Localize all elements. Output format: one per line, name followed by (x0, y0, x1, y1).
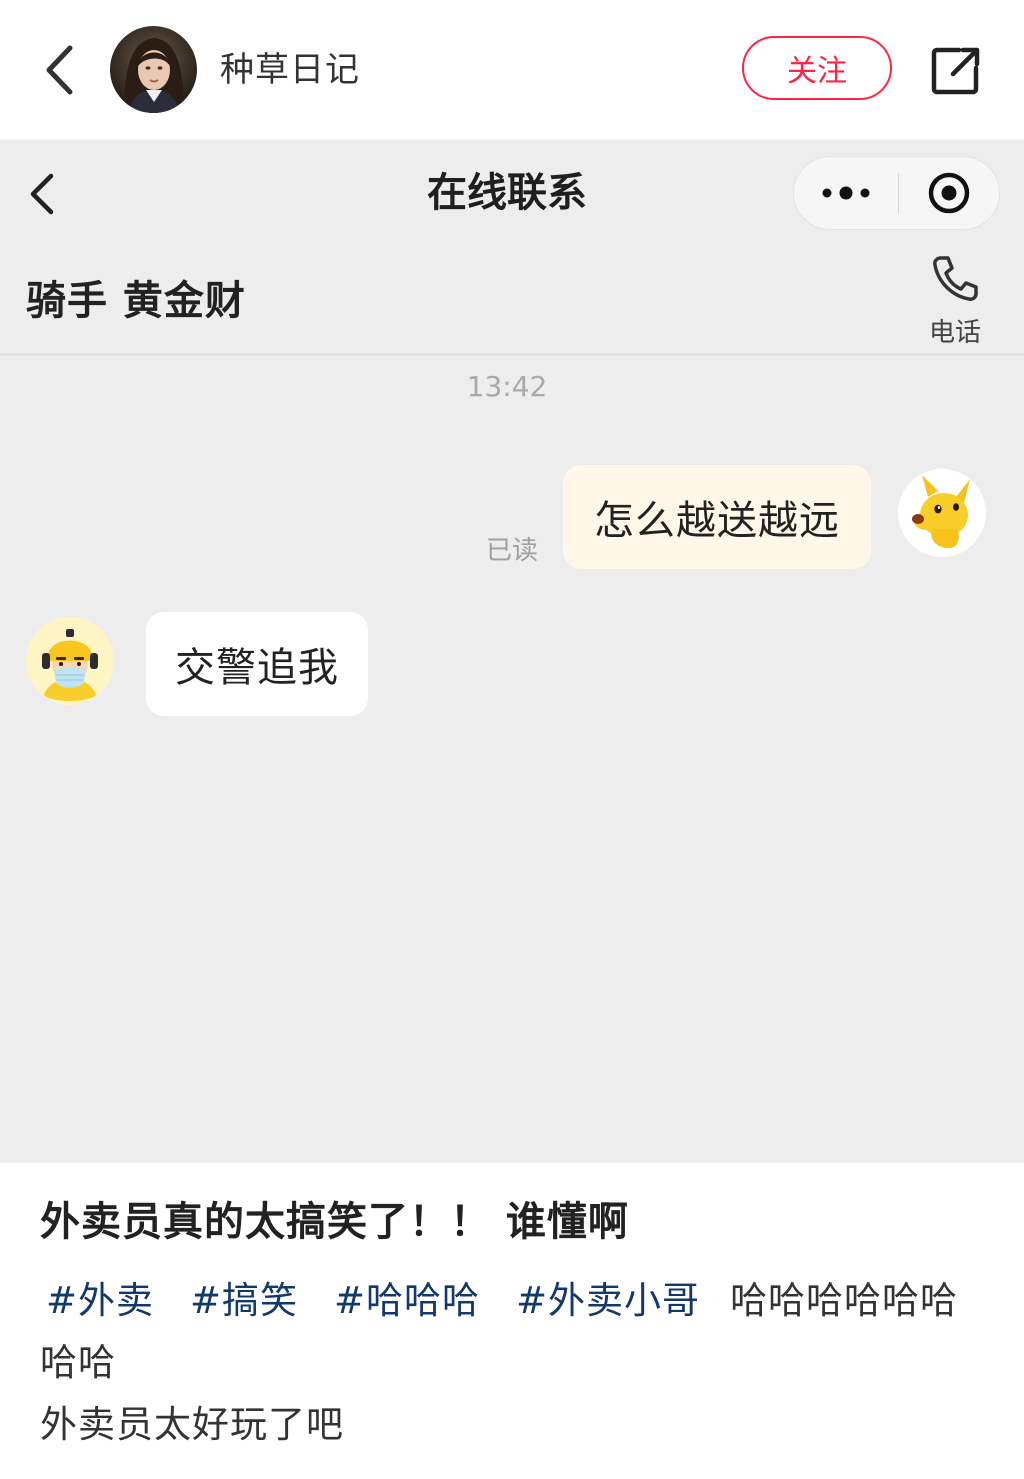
post-page: 种草日记 关注 在线联系 骑手 黄金财 电话 13:42 已读 怎么越送越远 交… (0, 0, 1024, 1479)
post-title: 外卖员真的太搞笑了！！ 谁懂啊 (40, 1199, 629, 1245)
more-button[interactable] (794, 157, 898, 229)
sent-message-bubble[interactable]: 怎么越送越远 (563, 465, 871, 569)
divider (0, 353, 1024, 356)
rider-helmet-avatar-icon (26, 617, 114, 705)
yellow-dog-avatar-icon (898, 469, 986, 557)
hashtag-link[interactable]: #搞笑 (184, 1279, 298, 1322)
post-header: 种草日记 关注 (0, 0, 1024, 139)
rider-avatar[interactable] (26, 617, 114, 705)
more-dots-icon (822, 186, 870, 200)
post-body-line: 外卖员太好玩了吧 (40, 1403, 344, 1446)
hashtag-link[interactable]: #外卖小哥 (510, 1279, 700, 1322)
hashtag-link[interactable]: #外卖 (40, 1279, 154, 1322)
hashtag-link[interactable]: #哈哈哈 (328, 1279, 480, 1322)
user-avatar[interactable] (898, 469, 986, 557)
phone-button[interactable]: 电话 (920, 249, 990, 349)
post-body-text: 哈哈哈哈哈哈哈哈 (40, 1279, 959, 1384)
share-button[interactable] (926, 42, 986, 100)
author-name[interactable]: 种草日记 (220, 48, 360, 92)
phone-label: 电话 (928, 318, 981, 348)
received-message-bubble[interactable]: 交警追我 (146, 612, 368, 716)
phone-icon (933, 256, 978, 301)
avatar-portrait-icon (110, 26, 197, 113)
post-body: #外卖 #搞笑 #哈哈哈 #外卖小哥 哈哈哈哈哈哈哈哈 外卖员太好玩了吧 (40, 1270, 980, 1456)
author-avatar[interactable] (110, 26, 197, 113)
follow-button[interactable]: 关注 (742, 36, 892, 100)
read-status: 已读 (486, 536, 539, 566)
back-button[interactable] (34, 38, 84, 102)
target-close-icon (928, 172, 970, 214)
close-mini-program-button[interactable] (899, 157, 999, 229)
rider-name: 骑手 黄金财 (26, 278, 246, 324)
share-icon (931, 47, 980, 95)
message-timestamp: 13:42 (466, 370, 548, 403)
mini-program-capsule (793, 156, 1000, 230)
chat-screenshot: 在线联系 骑手 黄金财 电话 13:42 已读 怎么越送越远 交警追我 (0, 139, 1024, 1163)
chevron-left-icon (46, 45, 73, 95)
